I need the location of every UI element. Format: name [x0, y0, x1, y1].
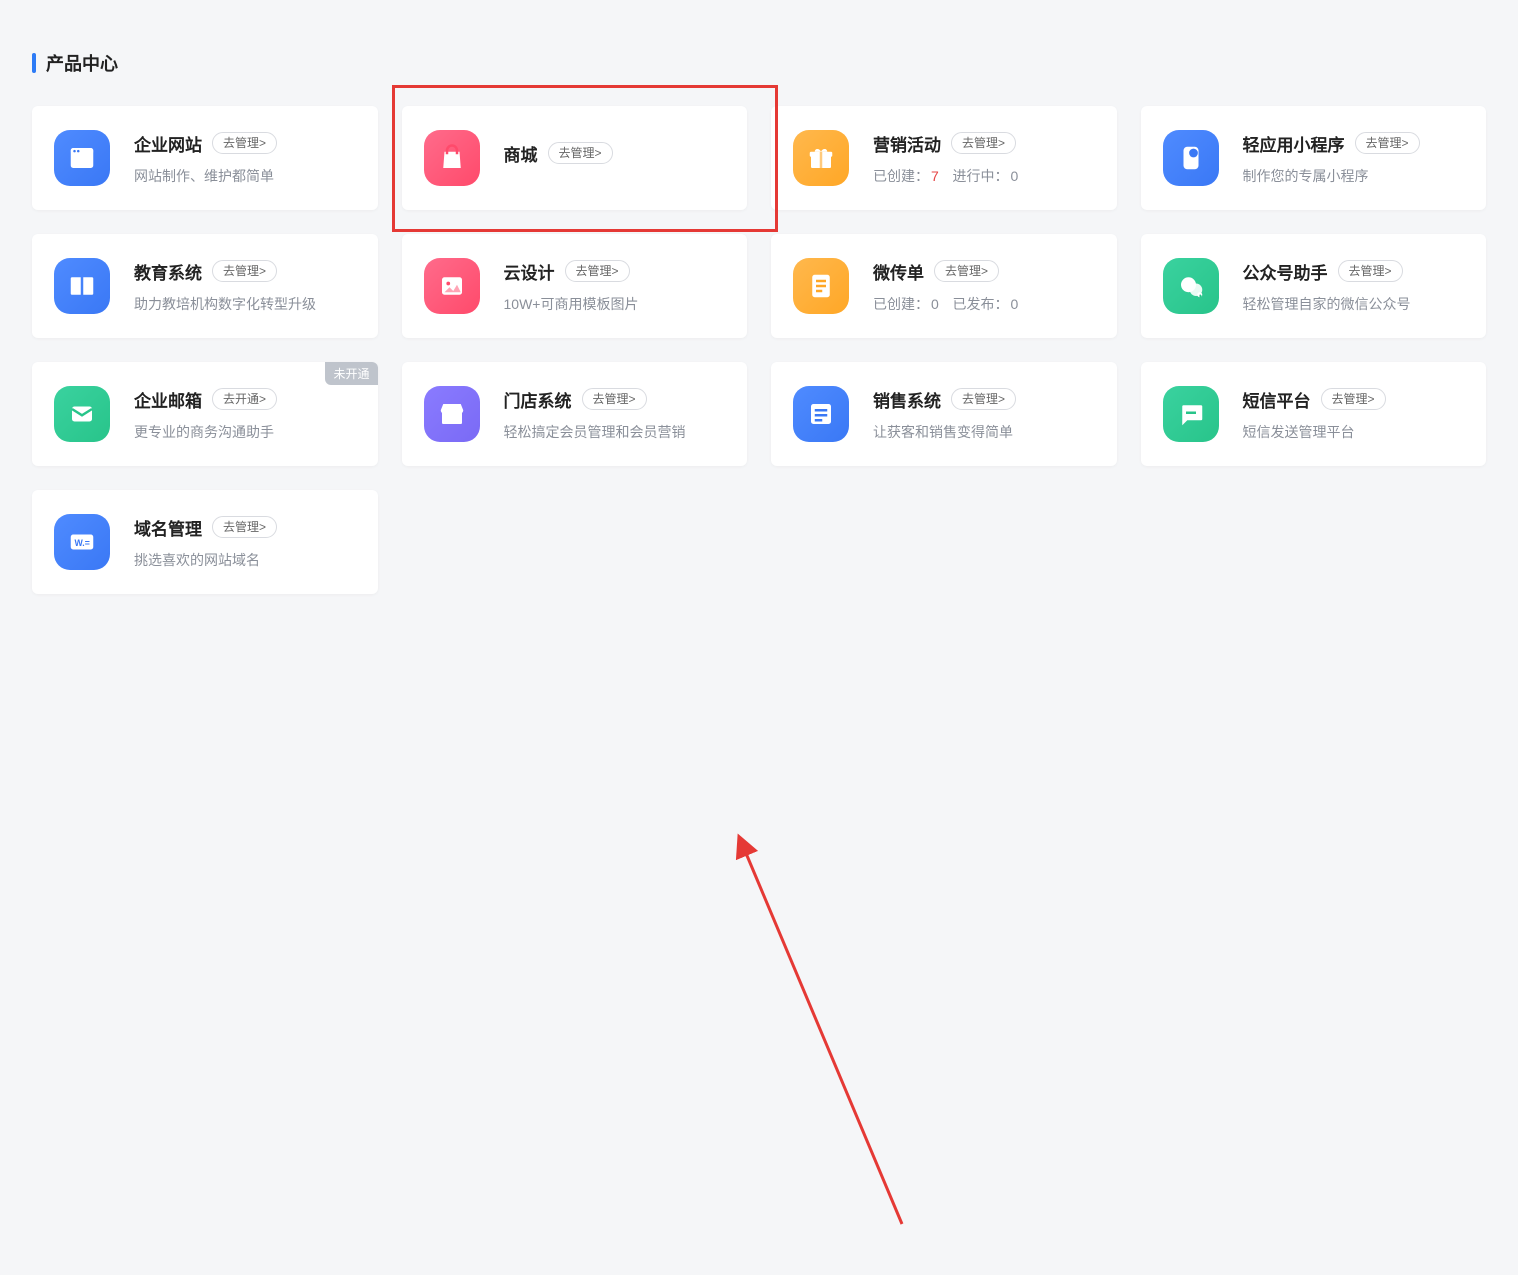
card-title: 门店系统 — [504, 387, 572, 412]
section-title: 产品中心 — [32, 50, 1486, 76]
mail-icon — [54, 386, 110, 442]
card-action-button[interactable]: 去管理> — [1321, 388, 1386, 410]
card-action-button[interactable]: 去管理> — [1355, 132, 1420, 154]
card-action-button[interactable]: 去管理> — [1338, 260, 1403, 282]
stat-created-count: 0 — [931, 296, 939, 312]
card-content: 轻应用小程序去管理> 制作您的专属小程序 — [1243, 131, 1465, 186]
product-card-enterprise-mail[interactable]: 企业邮箱去开通> 更专业的商务沟通助手 未开通 — [32, 362, 378, 466]
chat-icon — [1163, 386, 1219, 442]
card-title: 域名管理 — [134, 515, 202, 540]
product-grid: 企业网站去管理>网站制作、维护都简单商城去管理>营销活动去管理>已创建：7 进行… — [32, 106, 1486, 594]
card-action-button[interactable]: 去管理> — [934, 260, 999, 282]
product-card-store[interactable]: 门店系统去管理> 轻松搞定会员管理和会员营销 — [402, 362, 748, 466]
flyer-icon — [793, 258, 849, 314]
card-title: 企业邮箱 — [134, 387, 202, 412]
card-title: 教育系统 — [134, 259, 202, 284]
card-subtitle: 助力教培机构数字化转型升级 — [134, 296, 316, 312]
card-action-button[interactable]: 去开通> — [212, 388, 277, 410]
product-card-wechat-helper[interactable]: 公众号助手去管理> 轻松管理自家的微信公众号 — [1141, 234, 1487, 338]
card-content: 销售系统去管理> 让获客和销售变得简单 — [873, 387, 1095, 442]
card-content: 企业网站去管理> 网站制作、维护都简单 — [134, 131, 356, 186]
annotation-arrow — [0, 614, 1518, 1275]
section-title-bar — [32, 53, 36, 73]
product-card-sms[interactable]: 短信平台去管理> 短信发送管理平台 — [1141, 362, 1487, 466]
stat-running-count: 0 — [1010, 168, 1018, 184]
stat-running-label: 进行中： — [952, 168, 1008, 184]
card-subtitle: 网站制作、维护都简单 — [134, 168, 274, 184]
card-subtitle: 10W+可商用模板图片 — [504, 296, 639, 312]
image-icon — [424, 258, 480, 314]
book-icon — [54, 258, 110, 314]
card-action-button[interactable]: 去管理> — [951, 132, 1016, 154]
card-content: 企业邮箱去开通> 更专业的商务沟通助手 — [134, 387, 356, 442]
bag-icon — [424, 130, 480, 186]
svg-text:W.=: W.= — [75, 538, 90, 548]
card-content: 短信平台去管理> 短信发送管理平台 — [1243, 387, 1465, 442]
card-subtitle: 挑选喜欢的网站域名 — [134, 552, 260, 568]
card-content: 门店系统去管理> 轻松搞定会员管理和会员营销 — [504, 387, 726, 442]
product-card-mall[interactable]: 商城去管理> — [402, 106, 748, 210]
store-icon — [424, 386, 480, 442]
card-action-button[interactable]: 去管理> — [565, 260, 630, 282]
card-action-button[interactable]: 去管理> — [212, 516, 277, 538]
card-subtitle: 短信发送管理平台 — [1243, 424, 1355, 440]
card-title: 云设计 — [504, 259, 555, 284]
card-subtitle: 制作您的专属小程序 — [1243, 168, 1369, 184]
card-content: 教育系统去管理> 助力教培机构数字化转型升级 — [134, 259, 356, 314]
card-action-button[interactable]: 去管理> — [582, 388, 647, 410]
inactive-badge: 未开通 — [325, 362, 377, 385]
card-content: 商城去管理> — [504, 141, 726, 176]
card-title: 微传单 — [873, 259, 924, 284]
product-card-education[interactable]: 教育系统去管理> 助力教培机构数字化转型升级 — [32, 234, 378, 338]
card-content: 域名管理去管理> 挑选喜欢的网站域名 — [134, 515, 356, 570]
product-card-sales[interactable]: 销售系统去管理> 让获客和销售变得简单 — [771, 362, 1117, 466]
stat-running-label: 已发布： — [952, 296, 1008, 312]
stat-created-label: 已创建： — [873, 168, 929, 184]
card-title: 销售系统 — [873, 387, 941, 412]
card-action-button[interactable]: 去管理> — [212, 260, 277, 282]
card-title: 商城 — [504, 141, 538, 166]
product-card-flyer[interactable]: 微传单去管理>已创建：0 已发布：0 — [771, 234, 1117, 338]
window-icon — [54, 130, 110, 186]
gift-icon — [793, 130, 849, 186]
card-content: 云设计去管理> 10W+可商用模板图片 — [504, 259, 726, 314]
card-action-button[interactable]: 去管理> — [548, 142, 613, 164]
product-card-cloud-design[interactable]: 云设计去管理> 10W+可商用模板图片 — [402, 234, 748, 338]
card-subtitle: 让获客和销售变得简单 — [873, 424, 1013, 440]
card-title: 企业网站 — [134, 131, 202, 156]
stat-running-count: 0 — [1010, 296, 1018, 312]
product-card-domain[interactable]: W.= 域名管理去管理> 挑选喜欢的网站域名 — [32, 490, 378, 594]
card-title: 短信平台 — [1243, 387, 1311, 412]
product-card-miniapp[interactable]: 轻应用小程序去管理> 制作您的专属小程序 — [1141, 106, 1487, 210]
card-title: 营销活动 — [873, 131, 941, 156]
card-subtitle: 轻松搞定会员管理和会员营销 — [504, 424, 686, 440]
domain-icon: W.= — [54, 514, 110, 570]
stat-created-label: 已创建： — [873, 296, 929, 312]
product-card-marketing[interactable]: 营销活动去管理> 已创建：7 进行中：0 — [771, 106, 1117, 210]
wechat-icon — [1163, 258, 1219, 314]
card-content: 营销活动去管理> 已创建：7 进行中：0 — [873, 131, 1095, 186]
card-subtitle: 更专业的商务沟通助手 — [134, 424, 274, 440]
list-icon — [793, 386, 849, 442]
card-action-button[interactable]: 去管理> — [951, 388, 1016, 410]
card-title: 轻应用小程序 — [1243, 131, 1345, 156]
card-content: 公众号助手去管理> 轻松管理自家的微信公众号 — [1243, 259, 1465, 314]
section-title-text: 产品中心 — [46, 50, 118, 76]
product-card-enterprise-website[interactable]: 企业网站去管理> 网站制作、维护都简单 — [32, 106, 378, 210]
card-action-button[interactable]: 去管理> — [212, 132, 277, 154]
card-subtitle: 轻松管理自家的微信公众号 — [1243, 296, 1411, 312]
card-title: 公众号助手 — [1243, 259, 1328, 284]
card-content: 微传单去管理>已创建：0 已发布：0 — [873, 259, 1095, 314]
miniapp-icon — [1163, 130, 1219, 186]
stat-created-count: 7 — [931, 168, 939, 184]
